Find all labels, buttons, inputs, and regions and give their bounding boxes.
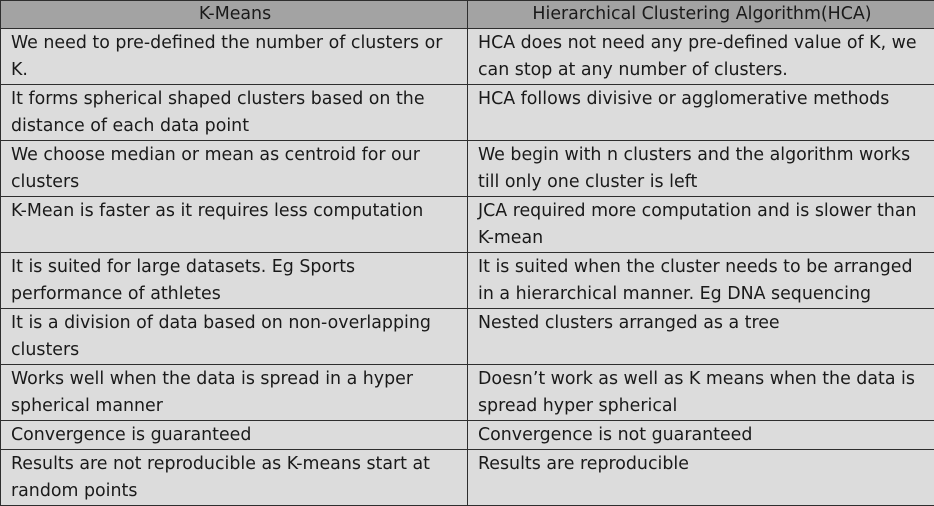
comparison-table: K-Means Hierarchical Clustering Algorith… — [0, 0, 934, 506]
table-row: It is a division of data based on non-ov… — [1, 309, 934, 365]
kmeans-cell: We choose median or mean as centroid for… — [1, 141, 468, 197]
kmeans-cell: It is a division of data based on non-ov… — [1, 309, 468, 365]
table-row: It forms spherical shaped clusters based… — [1, 85, 934, 141]
table-row: Works well when the data is spread in a … — [1, 365, 934, 421]
hca-cell: HCA does not need any pre-defined value … — [468, 29, 934, 85]
table-row: Results are not reproducible as K-means … — [1, 450, 934, 506]
table-row: We need to pre-defined the number of clu… — [1, 29, 934, 85]
table-row: We choose median or mean as centroid for… — [1, 141, 934, 197]
kmeans-cell: K-Mean is faster as it requires less com… — [1, 197, 468, 253]
kmeans-cell: Works well when the data is spread in a … — [1, 365, 468, 421]
header-row: K-Means Hierarchical Clustering Algorith… — [1, 1, 934, 29]
kmeans-cell: It forms spherical shaped clusters based… — [1, 85, 468, 141]
hca-cell: Results are reproducible — [468, 450, 934, 506]
hca-cell: JCA required more computation and is slo… — [468, 197, 934, 253]
header-kmeans: K-Means — [1, 1, 468, 29]
kmeans-cell: Results are not reproducible as K-means … — [1, 450, 468, 506]
hca-cell: Convergence is not guaranteed — [468, 421, 934, 450]
hca-cell: HCA follows divisive or agglomerative me… — [468, 85, 934, 141]
header-hca: Hierarchical Clustering Algorithm(HCA) — [468, 1, 934, 29]
kmeans-cell: Convergence is guaranteed — [1, 421, 468, 450]
table-row: It is suited for large datasets. Eg Spor… — [1, 253, 934, 309]
hca-cell: It is suited when the cluster needs to b… — [468, 253, 934, 309]
kmeans-cell: We need to pre-defined the number of clu… — [1, 29, 468, 85]
table-row: K-Mean is faster as it requires less com… — [1, 197, 934, 253]
hca-cell: Nested clusters arranged as a tree — [468, 309, 934, 365]
table-row: Convergence is guaranteed Convergence is… — [1, 421, 934, 450]
hca-cell: We begin with n clusters and the algorit… — [468, 141, 934, 197]
kmeans-cell: It is suited for large datasets. Eg Spor… — [1, 253, 468, 309]
hca-cell: Doesn’t work as well as K means when the… — [468, 365, 934, 421]
